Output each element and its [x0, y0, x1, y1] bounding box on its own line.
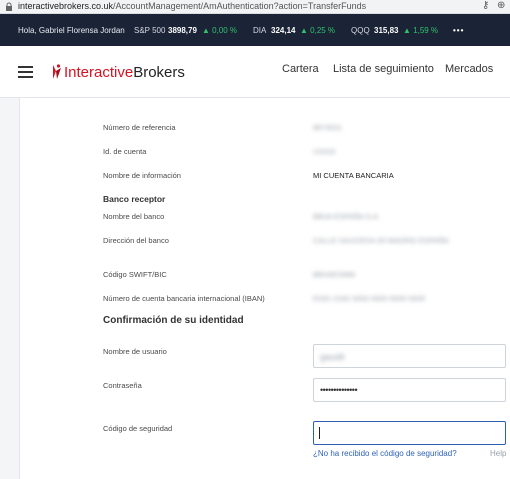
transfer-confirmation-panel: Número de referencia 8874531 Id. de cuen…	[0, 98, 510, 479]
key-icon[interactable]: ⚷	[482, 0, 489, 11]
ticker-more-button[interactable]: •••	[453, 26, 464, 35]
security-code-label: Código de seguridad	[103, 424, 173, 433]
left-gutter	[0, 98, 20, 479]
password-field[interactable]: ••••••••••••••	[313, 378, 506, 402]
ticker-value-qqq: 315,83	[374, 26, 399, 35]
swift-value: BBVAESMM	[313, 270, 355, 279]
help-link[interactable]: Help	[490, 449, 506, 458]
password-value: ••••••••••••••	[320, 385, 358, 395]
ticker-symbol-spx[interactable]: S&P 500	[134, 26, 165, 35]
hamburger-menu-icon[interactable]	[18, 66, 33, 78]
iban-value: ES91 0182 0000 0000 0000 0000	[313, 294, 426, 303]
app-header: InteractiveBrokers Cartera Lista de segu…	[0, 46, 510, 98]
lock-icon	[6, 2, 12, 11]
logo-text-part1: Interactive	[64, 63, 134, 81]
reference-number-value: 8874531	[313, 123, 343, 132]
logo-text-part2: Brokers	[133, 63, 185, 81]
password-label: Contraseña	[103, 381, 142, 390]
zoom-icon[interactable]: ⊕	[497, 0, 505, 11]
no-code-received-link[interactable]: ¿No ha recibido el código de seguridad?	[313, 449, 457, 458]
interactive-brokers-logo[interactable]: InteractiveBrokers	[50, 62, 185, 82]
ticker-value-spx: 3898,79	[168, 26, 197, 35]
url-host: interactivebrokers.co.uk	[18, 1, 114, 11]
bank-name-value: BBVA ESPAÑA S.A.	[313, 212, 380, 221]
username-value: gaudit	[320, 352, 345, 362]
info-name-label: Nombre de información	[103, 171, 181, 180]
ticker-symbol-dia[interactable]: DIA	[253, 26, 266, 35]
url-path: /AccountManagement/AmAuthentication?acti…	[113, 1, 367, 11]
account-id-value: U3318	[313, 147, 336, 156]
browser-url[interactable]: interactivebrokers.co.uk/AccountManageme…	[18, 1, 366, 11]
logo-text: InteractiveBrokers	[64, 64, 185, 81]
brand-flame-icon	[53, 64, 61, 79]
nav-markets[interactable]: Mercados	[445, 63, 493, 75]
ticker-symbol-qqq[interactable]: QQQ	[351, 26, 370, 35]
ticker-change-qqq: ▲ 1,59 %	[403, 26, 439, 35]
security-code-field[interactable]	[313, 421, 506, 445]
browser-address-bar[interactable]: interactivebrokers.co.uk/AccountManageme…	[0, 0, 510, 14]
ticker-change-dia: ▲ 0,25 %	[300, 26, 336, 35]
username-field[interactable]: gaudit	[313, 344, 506, 368]
bank-address-label: Dirección del banco	[103, 236, 169, 245]
swift-label: Código SWIFT/BIC	[103, 270, 167, 279]
username-label: Nombre de usuario	[103, 347, 167, 356]
receiving-bank-title: Banco receptor	[103, 194, 166, 204]
user-greeting[interactable]: Hola, Gabriel Florensa Jordan	[18, 26, 125, 35]
ticker-value-dia: 324,14	[271, 26, 296, 35]
nav-watchlist[interactable]: Lista de seguimiento	[333, 63, 434, 75]
info-name-value: MI CUENTA BANCARIA	[313, 171, 394, 180]
reference-number-label: Número de referencia	[103, 123, 176, 132]
bank-name-label: Nombre del banco	[103, 212, 165, 221]
ticker-change-spx: ▲ 0,00 %	[202, 26, 238, 35]
identity-confirmation-title: Confirmación de su identidad	[103, 315, 244, 326]
account-id-label: Id. de cuenta	[103, 147, 147, 156]
nav-portfolio[interactable]: Cartera	[282, 63, 319, 75]
market-ticker-bar: Hola, Gabriel Florensa Jordan S&P 500 38…	[0, 14, 510, 46]
bank-address-value: CALLE SAUCEDA 28 MADRID ESPAÑA	[313, 236, 449, 245]
iban-label: Número de cuenta bancaria internacional …	[103, 294, 265, 303]
text-caret	[319, 427, 320, 439]
